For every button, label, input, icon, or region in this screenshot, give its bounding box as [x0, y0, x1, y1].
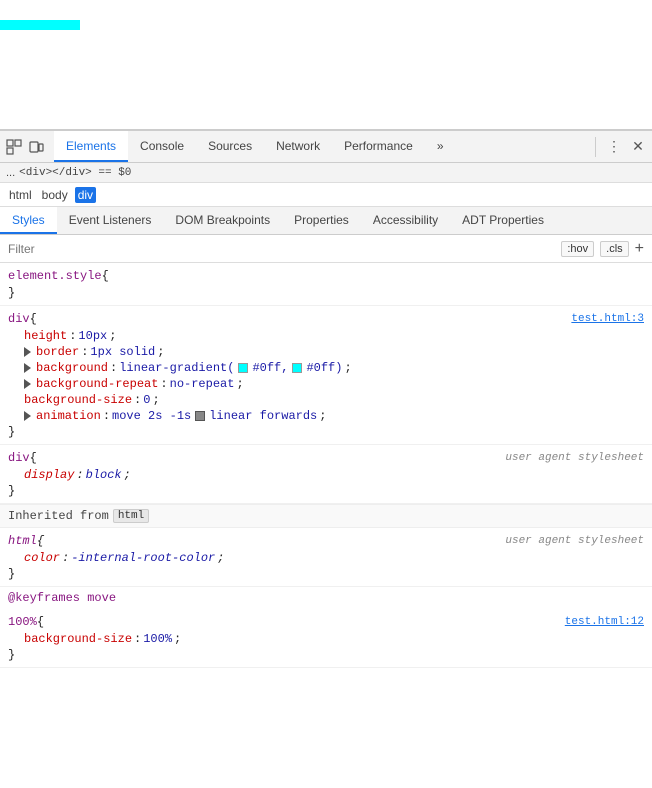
dom-path-bar: html body div [0, 183, 652, 207]
style-block-div-ua: div { user agent stylesheet display : bl… [0, 445, 652, 504]
tab-sources[interactable]: Sources [196, 131, 264, 162]
source-html-ua: user agent stylesheet [505, 535, 644, 547]
color-swatch-2[interactable] [292, 363, 302, 373]
tab-console[interactable]: Console [128, 131, 196, 162]
prop-animation: animation : move 2s -1s linear forwards … [0, 408, 652, 424]
source-link-main[interactable]: test.html:3 [571, 313, 644, 325]
close-brace: } [0, 285, 652, 301]
source-link-keyframes[interactable]: test.html:12 [565, 616, 644, 628]
styles-content[interactable]: element.style { } div { test.html:3 heig… [0, 263, 652, 788]
styles-panel-tabs: Styles Event Listeners DOM Breakpoints P… [0, 207, 652, 235]
prop-color: color : -internal-root-color ; [0, 550, 652, 566]
tab-network[interactable]: Network [264, 131, 332, 162]
tab-performance[interactable]: Performance [332, 131, 425, 162]
filter-controls: :hov .cls + [561, 241, 644, 257]
tab-adt-properties[interactable]: ADT Properties [450, 207, 556, 234]
prop-bg-size-100: background-size : 100% ; [0, 631, 652, 647]
filter-cls-button[interactable]: .cls [600, 241, 629, 257]
devtools-toolbar: Elements Console Sources Network Perform… [0, 131, 652, 163]
prop-display: display : block ; [0, 467, 652, 483]
style-block-element: element.style { } [0, 263, 652, 306]
dom-path-body[interactable]: body [39, 187, 71, 203]
toolbar-divider [595, 137, 596, 157]
more-options-button[interactable]: ⋮ [604, 137, 624, 157]
inherited-from-label: Inherited from [8, 509, 109, 523]
inherited-from-header: Inherited from html [0, 504, 652, 528]
breadcrumb-code: <div></div> == $0 [19, 167, 131, 179]
animated-bar [0, 20, 80, 30]
expand-animation-arrow[interactable] [24, 411, 31, 421]
selector-div-main: div { test.html:3 [0, 310, 652, 328]
dom-path-div[interactable]: div [75, 187, 96, 203]
devtools-tabs: Elements Console Sources Network Perform… [54, 131, 591, 162]
style-block-keyframes-100: 100% { test.html:12 background-size : 10… [0, 609, 652, 668]
devtools-panel: Elements Console Sources Network Perform… [0, 130, 652, 788]
style-block-html-ua: html { user agent stylesheet color : -in… [0, 528, 652, 587]
prop-height: height : 10px ; [0, 328, 652, 344]
close-brace-html-ua: } [0, 566, 652, 582]
filter-add-button[interactable]: + [635, 241, 644, 257]
expand-background-arrow[interactable] [24, 363, 31, 373]
tab-properties[interactable]: Properties [282, 207, 361, 234]
prop-background: background : linear-gradient( #0ff, #0ff… [0, 360, 652, 376]
close-brace-keyframes: } [0, 647, 652, 663]
expand-border-arrow[interactable] [24, 347, 31, 357]
breadcrumb-ellipsis: ... [6, 167, 15, 179]
keyframes-header: @keyframes move [0, 587, 652, 609]
style-block-div-main: div { test.html:3 height : 10px ; border… [0, 306, 652, 445]
tab-elements[interactable]: Elements [54, 131, 128, 162]
selector-100pct: 100% { test.html:12 [0, 613, 652, 631]
inherited-tag[interactable]: html [113, 509, 149, 523]
selector-html-ua: html { user agent stylesheet [0, 532, 652, 550]
device-toggle-icon[interactable] [26, 137, 46, 157]
tab-more[interactable]: » [425, 131, 456, 162]
animation-timing-swatch[interactable] [195, 411, 205, 421]
filter-hov-button[interactable]: :hov [561, 241, 594, 257]
source-user-agent: user agent stylesheet [505, 452, 644, 464]
preview-area [0, 0, 652, 130]
filter-bar: :hov .cls + [0, 235, 652, 263]
prop-background-repeat: background-repeat : no-repeat ; [0, 376, 652, 392]
prop-background-size: background-size : 0 ; [0, 392, 652, 408]
expand-bg-repeat-arrow[interactable] [24, 379, 31, 389]
prop-border: border : 1px solid ; [0, 344, 652, 360]
dom-path-html[interactable]: html [6, 187, 35, 203]
tab-accessibility[interactable]: Accessibility [361, 207, 450, 234]
breadcrumb: ... <div></div> == $0 [0, 163, 652, 183]
tab-event-listeners[interactable]: Event Listeners [57, 207, 164, 234]
close-devtools-button[interactable]: ✕ [628, 137, 648, 157]
color-swatch-1[interactable] [238, 363, 248, 373]
tab-dom-breakpoints[interactable]: DOM Breakpoints [163, 207, 282, 234]
inspect-icon[interactable] [4, 137, 24, 157]
filter-input[interactable] [8, 242, 561, 256]
toolbar-icons [4, 137, 46, 157]
tab-styles[interactable]: Styles [0, 207, 57, 234]
close-brace-div-ua: } [0, 483, 652, 499]
selector-element-style: element.style { [0, 267, 652, 285]
selector-div-ua: div { user agent stylesheet [0, 449, 652, 467]
close-brace-div-main: } [0, 424, 652, 440]
toolbar-right: ⋮ ✕ [591, 137, 648, 157]
